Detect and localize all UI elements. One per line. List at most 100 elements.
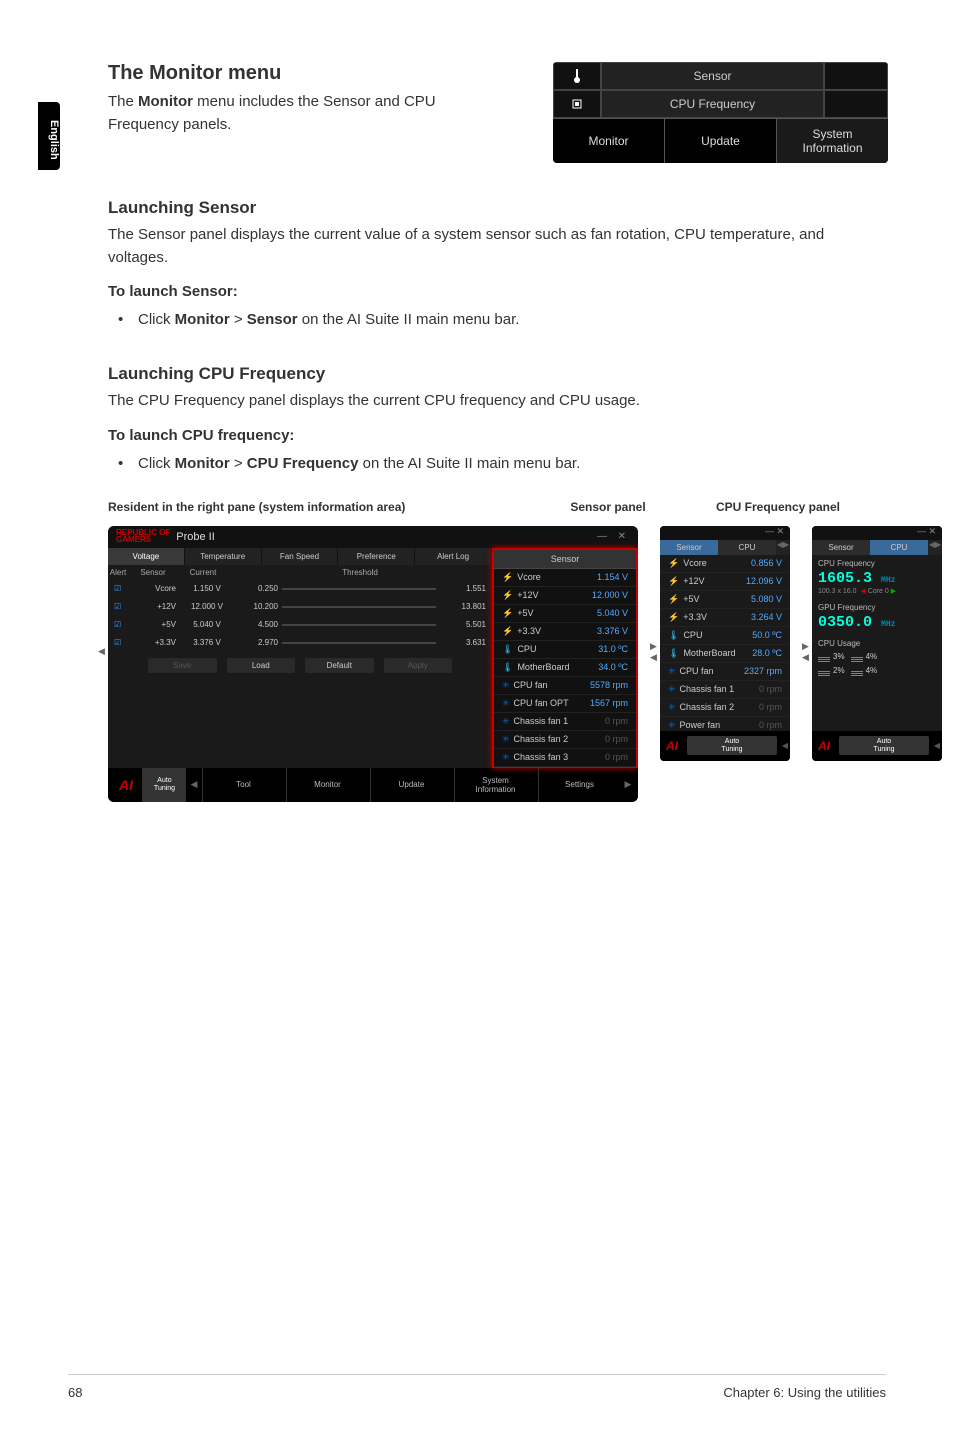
sensor-value: 31.0 ºC [598,644,628,655]
tab-cpu[interactable]: CPU [718,540,776,555]
sensor-value: 0 rpm [759,702,782,713]
chevron-left-icon[interactable]: ◀ [932,741,942,750]
tool-button[interactable]: Tool [202,768,284,802]
auto-tuning-button[interactable]: Auto Tuning [839,736,929,755]
load-button[interactable]: Load [227,658,296,673]
thermometer-icon [553,62,601,90]
mini-update-button[interactable]: Update [665,119,777,163]
chevron-left-icon[interactable]: ◀ [780,741,790,750]
sensor-value: 34.0 ºC [598,662,628,673]
usage-pct: 4% [866,652,878,661]
sensor-value: 50.0 ºC [752,630,782,641]
auto-tuning-button[interactable]: Auto Tuning [687,736,777,755]
sensor-name: +3.3V [517,626,541,636]
alert-checkbox[interactable]: ☑ [114,638,132,647]
apply-button[interactable]: Apply [384,658,453,673]
chapter-label: Chapter 6: Using the utilities [723,1385,886,1400]
to-launch-cpufreq-head: To launch CPU frequency: [108,427,888,444]
tab-voltage[interactable]: Voltage [108,548,185,565]
probe-title: Probe II [176,531,215,543]
cpu-usage-row: 3% 4% [818,650,936,664]
threshold-slider[interactable] [278,620,440,630]
sensor-name: +3.3V [132,638,182,647]
window-controls[interactable]: — ✕ [660,526,790,540]
threshold-slider[interactable] [278,584,440,594]
sensor-item: ⚡+3.3V3.264 V [660,609,790,627]
sensor-item: ⚡+3.3V3.376 V [494,623,636,641]
sysinfo-button[interactable]: System Information [454,768,536,802]
sensor-item: 🌡MotherBoard34.0 ºC [494,659,636,677]
ai-logo-icon: AI [112,777,140,793]
sensor-name: CPU fan [680,666,714,676]
tab-cpu[interactable]: CPU [870,540,928,555]
gpu-freq-value: 0350.0 MHz [818,614,936,631]
tab-sensor[interactable]: Sensor [660,540,718,555]
launch-sensor-step: Click Monitor > Sensor on the AI Suite I… [138,308,888,332]
sensor-value: 5578 rpm [590,680,628,691]
expand-arrow-icon[interactable]: ▶ ◀ [650,642,660,662]
window-controls[interactable]: — ✕ [812,526,942,540]
threshold-high: 13.801 [440,602,486,611]
sensor-name: CPU [517,644,536,654]
usage-pct: 2% [833,666,845,675]
sensor-current: 1.150 V [182,584,232,593]
sensor-name: MotherBoard [683,648,735,658]
update-button[interactable]: Update [370,768,452,802]
tab-preference[interactable]: Preference [338,548,415,565]
sensor-name: CPU [683,630,702,640]
sensor-value: 3.264 V [751,612,782,623]
threshold-slider[interactable] [278,638,440,648]
voltage-row: ☑Vcore1.150 V0.2501.551 [108,580,492,598]
auto-tuning-button[interactable]: Auto Tuning [142,768,186,802]
monitor-button[interactable]: Monitor [286,768,368,802]
window-controls[interactable]: — ✕ [597,531,630,542]
mini-monitor-button[interactable]: Monitor [553,119,665,163]
sensor-item: ⚡+5V5.040 V [494,605,636,623]
tab-sensor[interactable]: Sensor [812,540,870,555]
resident-label: Resident in the right pane (system infor… [108,500,528,514]
expand-arrow-icon[interactable]: ▶ ◀ [802,642,812,662]
voltage-row: ☑+3.3V3.376 V2.9703.631 [108,634,492,652]
sensor-name: +12V [683,576,704,586]
sensor-name: +3.3V [683,612,707,622]
monitor-menu-intro: The Monitor menu includes the Sensor and… [108,91,488,136]
threshold-low: 4.500 [232,620,278,629]
tab-scroll-icon[interactable]: ◀▶ [776,540,790,555]
mini-sensor-label[interactable]: Sensor [601,62,824,90]
tab-alertlog[interactable]: Alert Log [415,548,492,565]
language-tab: English [38,102,60,170]
left-expand-arrow[interactable]: ◀ [98,646,105,657]
sensor-name: Chassis fan 2 [680,702,735,712]
ai-logo-icon: AI [660,739,684,753]
rog-logo: REPUBLIC OF GAMERS [116,530,170,544]
sensor-value: 12.000 V [592,590,628,601]
sensor-side-panel: — ✕ Sensor CPU ◀▶ ⚡Vcore0.856 V⚡+12V12.0… [660,526,790,761]
sensor-value: 1567 rpm [590,698,628,709]
sensor-name: +12V [517,590,538,600]
sensor-name: Chassis fan 1 [514,716,569,726]
alert-checkbox[interactable]: ☑ [114,584,132,593]
sensor-value: 0.856 V [751,558,782,569]
chevron-left-icon[interactable]: ◀ [188,779,200,790]
default-button[interactable]: Default [305,658,374,673]
sensor-item: ⚡+12V12.096 V [660,573,790,591]
mini-sysinfo-button[interactable]: System Information [777,119,888,163]
threshold-slider[interactable] [278,602,440,612]
usage-pct: 3% [833,652,845,661]
sensor-value: 0 rpm [605,716,628,727]
tab-scroll-icon[interactable]: ◀▶ [928,540,942,555]
sensor-value: 3.376 V [597,626,628,637]
save-button[interactable]: Save [148,658,217,673]
sensor-name: +12V [132,602,182,611]
alert-checkbox[interactable]: ☑ [114,620,132,629]
chip-icon [553,90,601,118]
settings-button[interactable]: Settings [538,768,620,802]
sensor-name: Vcore [683,558,707,568]
mini-cpufreq-label[interactable]: CPU Frequency [601,90,824,118]
usage-bars-icon [851,652,863,662]
tab-temperature[interactable]: Temperature [185,548,262,565]
alert-checkbox[interactable]: ☑ [114,602,132,611]
to-launch-sensor-head: To launch Sensor: [108,283,888,300]
tab-fanspeed[interactable]: Fan Speed [262,548,339,565]
chevron-right-icon[interactable]: ▶ [622,779,634,790]
